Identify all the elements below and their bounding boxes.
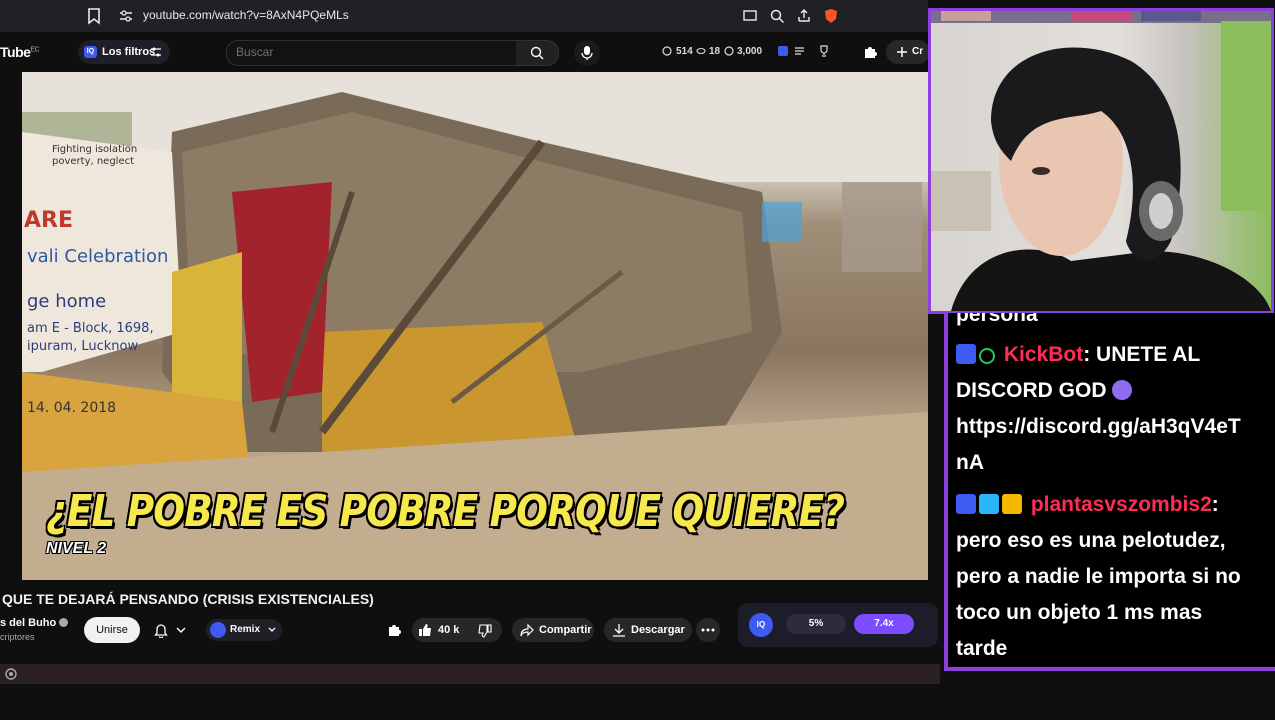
bell-icon (154, 624, 168, 638)
cast-icon[interactable] (742, 8, 758, 24)
streamer-webcam-image (931, 11, 1271, 311)
chat-message: KickBot: UNETE AL (956, 343, 1200, 367)
iq-icon (210, 622, 226, 638)
chat-message-text: persona (956, 313, 1038, 326)
svg-text:ipuram, Lucknow: ipuram, Lucknow (27, 339, 138, 354)
subscriber-count: criptores (0, 632, 35, 642)
remix-button[interactable]: Remix (206, 619, 282, 641)
download-button[interactable]: Descargar (604, 618, 692, 642)
video-subcaption: NIVEL 2 (46, 540, 107, 557)
svg-text:vali Celebration: vali Celebration (27, 246, 168, 267)
svg-text:ge home: ge home (27, 291, 106, 312)
iq-extension-button[interactable]: IQ (749, 613, 773, 637)
thumbs-down-icon[interactable] (478, 624, 492, 638)
chat-message-text: tarde (956, 637, 1008, 660)
like-count: 40 k (438, 624, 460, 636)
chevron-down-icon (176, 627, 186, 633)
channel-name[interactable]: s del Buho (0, 617, 69, 629)
clock-icon (662, 46, 672, 56)
chat-message-text: : UNETE AL (1083, 343, 1201, 366)
stat-points: 3,000 (737, 46, 763, 57)
voice-search-button[interactable] (574, 40, 600, 66)
search-icon (530, 46, 544, 60)
search-button[interactable] (516, 40, 559, 66)
share-label: Compartir (539, 624, 592, 636)
more-horizontal-icon (701, 628, 715, 632)
create-label: Cr (912, 46, 924, 57)
tune-icon (151, 47, 161, 57)
join-button[interactable]: Unirse (84, 617, 140, 643)
video-caption: ¿EL POBRE ES POBRE PORQUE QUIERE? (46, 486, 845, 537)
stream-chat: persona KickBot: UNETE AL DISCORD GOD ht… (944, 313, 1275, 671)
hammer-badge-icon (956, 494, 976, 514)
chat-message-text: DISCORD GOD (956, 379, 1133, 403)
search-input[interactable]: Buscar (236, 45, 273, 59)
svg-text:ARE: ARE (24, 208, 73, 233)
thumbs-up-icon[interactable] (418, 623, 432, 637)
trophy-icon[interactable] (818, 45, 830, 57)
youtube-logo[interactable]: TubeEC (0, 44, 40, 60)
chat-username[interactable]: KickBot (1004, 343, 1083, 366)
chat-message-text: pero a nadie le importa si no (956, 565, 1241, 588)
more-actions-button[interactable] (696, 618, 720, 642)
stat-views: 514 (676, 46, 693, 57)
chat-message-text: : (1211, 493, 1219, 516)
hammer-badge-icon (956, 344, 976, 364)
chat-message-text: pero eso es una pelotudez, (956, 529, 1226, 552)
stat-watchers: 18 (709, 46, 721, 57)
percent-pill[interactable]: 5% (786, 614, 846, 634)
notifications-button[interactable] (150, 620, 194, 640)
purple-emote-icon (1112, 380, 1133, 400)
iq-extension-icon[interactable] (778, 46, 788, 56)
cube-badge-icon (979, 494, 999, 514)
svg-text:am E - Block, 1698,: am E - Block, 1698, (27, 321, 154, 336)
settings-icon[interactable] (4, 667, 18, 681)
webcam-overlay (928, 8, 1274, 314)
crown-badge-icon (1002, 494, 1022, 514)
svg-text:14. 04. 2018: 14. 04. 2018 (27, 400, 116, 416)
zoom-icon[interactable] (769, 8, 785, 24)
download-icon (613, 624, 625, 637)
video-title: QUE TE DEJARÁ PENSANDO (CRISIS EXISTENCI… (2, 591, 374, 607)
share-button[interactable]: Compartir (512, 618, 594, 642)
share-icon (520, 623, 534, 637)
chat-message-text: https://discord.gg/aH3qV4eT (956, 415, 1241, 438)
verified-badge-icon (979, 348, 995, 364)
chat-username[interactable]: plantasvszombis2 (1031, 493, 1212, 516)
extension-puzzle-icon[interactable] (862, 44, 878, 60)
svg-text:Fighting isolation: Fighting isolation (52, 144, 137, 155)
create-button[interactable]: Cr (886, 40, 930, 64)
chevron-down-icon (268, 627, 276, 632)
eye-icon (696, 47, 706, 55)
verified-icon (59, 618, 69, 627)
chat-message: plantasvszombis2: (956, 493, 1219, 517)
address-bar-url[interactable]: youtube.com/watch?v=8AxN4PQeMLs (143, 8, 349, 22)
list-icon[interactable] (794, 46, 805, 56)
site-info-icon[interactable] (118, 8, 134, 24)
browser-toolbar (0, 0, 928, 32)
svg-text:poverty, neglect: poverty, neglect (52, 156, 134, 167)
speed-pill[interactable]: 7.4x (854, 614, 914, 634)
brave-shield-icon[interactable] (823, 8, 839, 24)
extension-puzzle-icon[interactable] (386, 622, 402, 638)
chat-message-text: nA (956, 451, 984, 474)
coin-icon (724, 46, 734, 56)
bottom-taskbar (0, 664, 940, 684)
plus-icon (897, 47, 907, 57)
chat-message-text: toco un objeto 1 ms mas (956, 601, 1203, 624)
filters-button[interactable]: IQ Los filtros (78, 40, 170, 64)
iq-badge: IQ (84, 46, 97, 58)
bookmark-icon[interactable] (86, 7, 102, 25)
remix-label: Remix (230, 624, 261, 635)
like-dislike-group[interactable]: 40 k (412, 618, 502, 642)
share-page-icon[interactable] (796, 8, 812, 24)
filters-label: Los filtros (102, 46, 156, 58)
download-label: Descargar (631, 624, 685, 636)
microphone-icon (581, 46, 593, 60)
